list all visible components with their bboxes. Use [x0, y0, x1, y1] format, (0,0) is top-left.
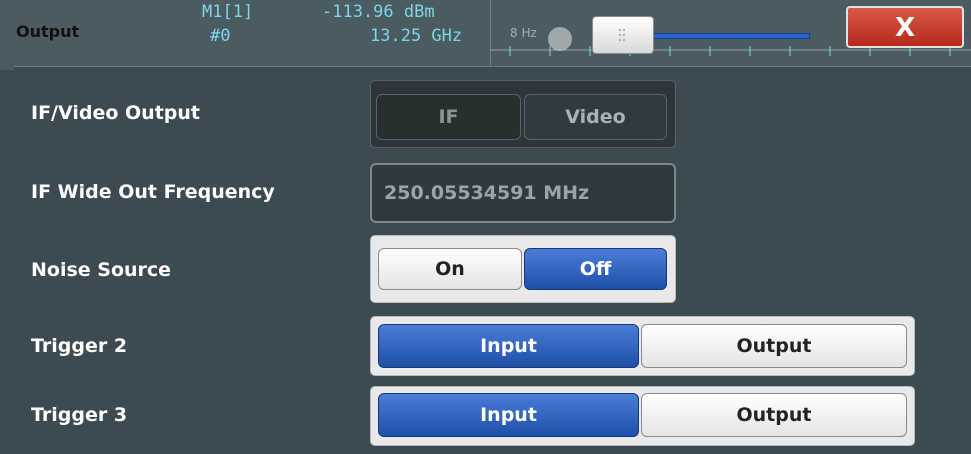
marker-frequency: 13.25 GHz	[370, 26, 463, 46]
video-option[interactable]: Video	[524, 94, 667, 140]
transparency-slider-knob[interactable]	[592, 16, 654, 54]
trigger-2-output-option[interactable]: Output	[641, 324, 907, 368]
close-button[interactable]: X	[846, 6, 964, 48]
trigger-3-label: Trigger 3	[31, 404, 128, 426]
if-wide-out-frequency-label: IF Wide Out Frequency	[31, 181, 275, 203]
noise-on-option[interactable]: On	[378, 248, 522, 290]
slider-label: 8 Hz	[510, 26, 537, 40]
trigger-2-label: Trigger 2	[31, 335, 128, 357]
grip-icon	[619, 29, 625, 41]
close-icon: X	[894, 13, 916, 43]
trigger-2-input-option[interactable]: Input	[378, 324, 639, 368]
noise-source-label: Noise Source	[31, 259, 172, 281]
slider-ghost-handle	[548, 27, 572, 51]
transparency-slider-track[interactable]	[640, 33, 810, 39]
if-wide-out-frequency-field[interactable]: 250.05534591 MHz	[370, 163, 676, 223]
marker-level: -113.96 dBm	[322, 2, 435, 22]
trigger-3-input-option[interactable]: Input	[378, 393, 639, 437]
noise-off-option[interactable]: Off	[524, 248, 667, 290]
if-option[interactable]: IF	[376, 94, 521, 140]
marker-name: M1[1]	[202, 2, 254, 22]
trigger-3-output-option[interactable]: Output	[641, 393, 907, 437]
dialog-title: Output	[16, 22, 80, 41]
if-video-output-label: IF/Video Output	[31, 102, 200, 124]
marker-sub: #0	[210, 26, 231, 46]
